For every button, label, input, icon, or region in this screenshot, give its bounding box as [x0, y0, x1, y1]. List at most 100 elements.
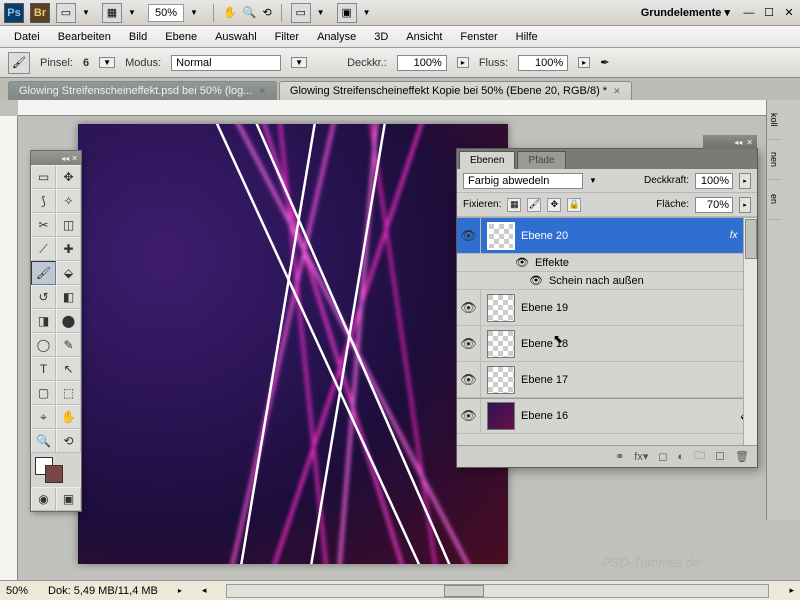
layer-row[interactable]: 👁 Ebene 20 fx ▴	[457, 218, 757, 254]
pen-tool-icon[interactable]: ✎	[56, 333, 81, 357]
visibility-icon[interactable]: 👁	[457, 326, 481, 361]
layer-row[interactable]: 👁 Ebene 18	[457, 326, 757, 362]
background-color[interactable]	[45, 465, 63, 483]
menu-auswahl[interactable]: Auswahl	[207, 28, 265, 46]
visibility-icon[interactable]: 👁	[457, 399, 481, 433]
layer-name[interactable]: Ebene 18	[521, 338, 757, 350]
layer-blend-select[interactable]: Farbig abwedeln	[463, 173, 583, 189]
layer-fx-icon[interactable]: fx▾	[634, 450, 648, 463]
menu-bild[interactable]: Bild	[121, 28, 155, 46]
mode-arrow-icon[interactable]: ▼	[291, 57, 307, 68]
ruler-horizontal[interactable]	[18, 100, 800, 116]
extras-icon[interactable]: ▦	[102, 3, 122, 23]
menu-filter[interactable]: Filter	[267, 28, 307, 46]
link-layers-icon[interactable]: ⚭	[615, 450, 624, 463]
layer-row[interactable]: 👁 Ebene 17	[457, 362, 757, 398]
brush-tool-icon[interactable]: 🖌	[31, 261, 56, 285]
visibility-icon[interactable]: 👁	[457, 290, 481, 325]
zoom-level[interactable]: 50%	[148, 4, 184, 22]
document-tab-active[interactable]: Glowing Streifenscheineffekt Kopie bei 5…	[279, 81, 632, 100]
layer-row[interactable]: 👁 Ebene 16 ⬙	[457, 398, 757, 434]
scrollbar-thumb[interactable]	[745, 219, 757, 259]
effects-row[interactable]: 👁 Effekte	[457, 254, 757, 272]
color-swatches[interactable]	[31, 453, 81, 487]
blur-tool-icon[interactable]: ⬤	[56, 309, 81, 333]
zoom-tool-icon[interactable]: 🔍	[31, 429, 56, 453]
new-layer-icon[interactable]: ☐	[715, 450, 725, 463]
brush-size-value[interactable]: 6	[83, 57, 89, 69]
3d-camera-tool-icon[interactable]: ⌖	[31, 405, 56, 429]
flow-arrow-icon[interactable]: ▸	[578, 57, 590, 68]
layer-mask-icon[interactable]: ◻	[658, 450, 667, 463]
fx-badge[interactable]: fx	[730, 230, 738, 241]
history-brush-tool-icon[interactable]: ↺	[31, 285, 56, 309]
arrange-icon[interactable]: ▭	[291, 3, 311, 23]
lock-transparency-icon[interactable]: ▦	[507, 198, 521, 212]
bridge-logo-icon[interactable]: Br	[30, 3, 50, 23]
3d-tool-icon[interactable]: ⬚	[56, 381, 81, 405]
move-tool-icon[interactable]: ✥	[56, 165, 81, 189]
menu-fenster[interactable]: Fenster	[452, 28, 505, 46]
opacity-input[interactable]: 100%	[397, 55, 447, 71]
close-tab-icon[interactable]: ✕	[613, 86, 621, 97]
fill-arrow-icon[interactable]: ▸	[739, 197, 751, 213]
menu-hilfe[interactable]: Hilfe	[508, 28, 546, 46]
close-panel-icon[interactable]: ✕	[746, 138, 753, 147]
layout-icon[interactable]: ▭	[56, 3, 76, 23]
layer-thumbnail[interactable]	[487, 402, 515, 430]
stamp-tool-icon[interactable]: ⬙	[56, 261, 81, 285]
scrollbar-thumb[interactable]	[444, 585, 484, 597]
menu-analyse[interactable]: Analyse	[309, 28, 364, 46]
visibility-icon[interactable]: 👁	[457, 362, 481, 397]
screenmode-icon[interactable]: ▣	[56, 487, 81, 511]
menu-ebene[interactable]: Ebene	[157, 28, 205, 46]
flow-input[interactable]: 100%	[518, 55, 568, 71]
heal-tool-icon[interactable]: ✚	[56, 237, 81, 261]
adjustment-layer-icon[interactable]: ◐	[678, 451, 685, 463]
menu-datei[interactable]: Datei	[6, 28, 48, 46]
horizontal-scrollbar[interactable]	[226, 584, 769, 598]
layer-row[interactable]: 👁 Ebene 19	[457, 290, 757, 326]
workspace-switcher[interactable]: Grundelemente ▾	[635, 4, 736, 21]
tab-ebenen[interactable]: Ebenen	[459, 151, 515, 169]
fill-input[interactable]: 70%	[695, 197, 733, 213]
brush-picker-arrow-icon[interactable]: ▼	[99, 57, 115, 68]
dock-stub[interactable]: koll	[767, 100, 781, 140]
visibility-icon[interactable]: 👁	[529, 274, 543, 287]
photoshop-logo-icon[interactable]: Ps	[4, 3, 24, 23]
slice-tool-icon[interactable]: ◫	[56, 213, 81, 237]
visibility-icon[interactable]: 👁	[457, 218, 481, 253]
dock-stub[interactable]: en	[767, 180, 781, 220]
visibility-icon[interactable]: 👁	[515, 256, 529, 269]
marquee-tool-icon[interactable]: ▭	[31, 165, 56, 189]
type-tool-icon[interactable]: T	[31, 357, 56, 381]
layer-name[interactable]: Ebene 19	[521, 302, 757, 314]
path-tool-icon[interactable]: ↖	[56, 357, 81, 381]
canvas[interactable]	[78, 124, 508, 564]
opacity-arrow-icon[interactable]: ▸	[739, 173, 751, 189]
hand-tool-icon[interactable]: ✋	[56, 405, 81, 429]
delete-layer-icon[interactable]: 🗑	[735, 450, 749, 463]
screen-mode-icon[interactable]: ▣	[337, 3, 357, 23]
zoom-icon[interactable]: 🔍	[243, 6, 257, 19]
status-docsize[interactable]: Dok: 5,49 MB/11,4 MB	[48, 585, 158, 597]
scrollbar[interactable]	[743, 218, 757, 445]
close-icon[interactable]: ✕	[782, 6, 796, 19]
blend-mode-select[interactable]: Normal	[171, 55, 281, 71]
eyedropper-tool-icon[interactable]: ⟋	[31, 237, 56, 261]
gradient-tool-icon[interactable]: ◨	[31, 309, 56, 333]
close-tab-icon[interactable]: ✕	[258, 86, 266, 97]
layer-thumbnail[interactable]	[487, 366, 515, 394]
dock-stub[interactable]: nen	[767, 140, 781, 180]
shape-tool-icon[interactable]: ▢	[31, 381, 56, 405]
layer-name[interactable]: Ebene 16	[521, 410, 741, 422]
lock-pixels-icon[interactable]: 🖌	[527, 198, 541, 212]
layer-name[interactable]: Ebene 20	[521, 230, 730, 242]
dodge-tool-icon[interactable]: ◯	[31, 333, 56, 357]
lasso-tool-icon[interactable]: ⟆	[31, 189, 56, 213]
layer-thumbnail[interactable]	[487, 222, 515, 250]
tab-pfade[interactable]: Pfade	[517, 151, 565, 169]
layer-opacity-input[interactable]: 100%	[695, 173, 733, 189]
collapse-icon[interactable]: ◂◂	[734, 138, 742, 147]
eraser-tool-icon[interactable]: ◧	[56, 285, 81, 309]
